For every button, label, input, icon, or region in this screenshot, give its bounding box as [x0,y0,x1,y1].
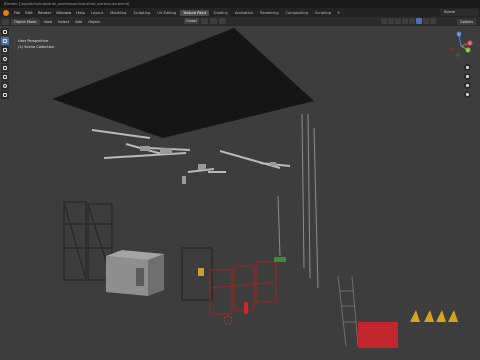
top-bar: File Edit Render Window Help Layout Mode… [0,8,480,17]
menu-select[interactable]: Select [56,20,71,24]
camera-view-icon[interactable] [464,82,471,89]
zoom-icon[interactable] [464,64,471,71]
ladder [337,275,359,347]
gizmo-y-label: Y [467,48,469,52]
gizmo-toggle-icon[interactable] [388,18,394,24]
menu-object[interactable]: Object [86,20,102,24]
transform-tools: Global [184,18,226,24]
tab-modeling[interactable]: Modeling [107,10,129,16]
rendered-shading-icon[interactable] [430,18,436,24]
navigation-gizmo[interactable]: X Y Z [446,30,476,60]
material-shading-icon[interactable] [423,18,429,24]
measure-icon[interactable] [1,91,9,99]
menu-edit[interactable]: Edit [23,10,34,15]
hand-pan-icon[interactable] [464,73,471,80]
proportional-edit-icon[interactable] [218,18,226,24]
xray-icon[interactable] [402,18,408,24]
traffic-cones [410,310,458,322]
tab-layout[interactable]: Layout [88,10,106,16]
fence-panel [181,247,213,301]
fire-extinguisher [244,302,248,314]
move-icon[interactable] [1,46,9,54]
add-workspace-icon[interactable]: + [335,10,342,15]
tab-animation[interactable]: Animation [232,10,256,16]
annotate-icon[interactable] [1,82,9,90]
rotate-icon[interactable] [1,55,9,63]
menu-file[interactable]: File [12,10,22,15]
tab-sculpting[interactable]: Sculpting [130,10,153,16]
overlay-toggle-icon[interactable] [395,18,401,24]
gizmo-x-label: X [469,41,471,45]
window-title: Blender [/a/path/to/industrial_warehouse… [0,0,480,8]
wireframe-shading-icon[interactable] [409,18,415,24]
gizmo-z-label: Z [458,32,460,36]
transform-icon[interactable] [1,73,9,81]
menu-window[interactable]: Window [54,10,73,15]
tab-rendering[interactable]: Rendering [257,10,281,16]
solid-shading-icon[interactable] [416,18,422,24]
scene-selector[interactable]: Scene [440,9,478,16]
overhead-pipes [91,129,291,173]
menu-view[interactable]: View [42,20,55,24]
scaffolding [63,201,113,281]
tab-texture-paint[interactable]: Texture Paint [180,9,210,16]
visibility-icon[interactable] [381,18,387,24]
viewport-perspective-label: User Perspective [18,39,49,43]
grid-view-icon[interactable] [464,91,471,98]
cursor-icon[interactable] [1,28,9,36]
pivot-icon[interactable] [200,18,208,24]
duct-fittings [140,146,276,184]
snap-icon[interactable] [209,18,217,24]
scale-icon[interactable] [1,64,9,72]
tab-uv-editing[interactable]: UV Editing [154,10,179,16]
pallet-racks [209,261,277,315]
editor-type-icon[interactable] [2,18,9,25]
select-box-icon[interactable] [1,37,9,45]
mode-dropdown[interactable]: Object Mode [11,18,40,25]
blender-logo-icon[interactable] [3,9,9,16]
menu-add[interactable]: Add [73,20,84,24]
tab-compositing[interactable]: Compositing [283,10,312,16]
3d-cursor [223,315,233,325]
tab-scripting[interactable]: Scripting [312,10,334,16]
transform-orientation-dropdown[interactable]: Global [184,18,199,24]
tool-shelf [1,28,9,99]
options-dropdown[interactable]: Options [456,19,476,25]
scene-render [52,28,458,348]
red-barrier [358,322,398,348]
menu-render[interactable]: Render [36,10,54,15]
viewport-collection-label: (1) Scene Collection [18,45,55,49]
exit-sign [274,257,286,262]
ceiling-plane [52,28,314,138]
site-container [106,250,164,296]
shading-controls [381,18,436,24]
menu-help[interactable]: Help [74,10,87,15]
3d-viewport[interactable]: User Perspective (1) Scene Collection X … [0,26,480,360]
tab-shading[interactable]: Shading [210,10,231,16]
